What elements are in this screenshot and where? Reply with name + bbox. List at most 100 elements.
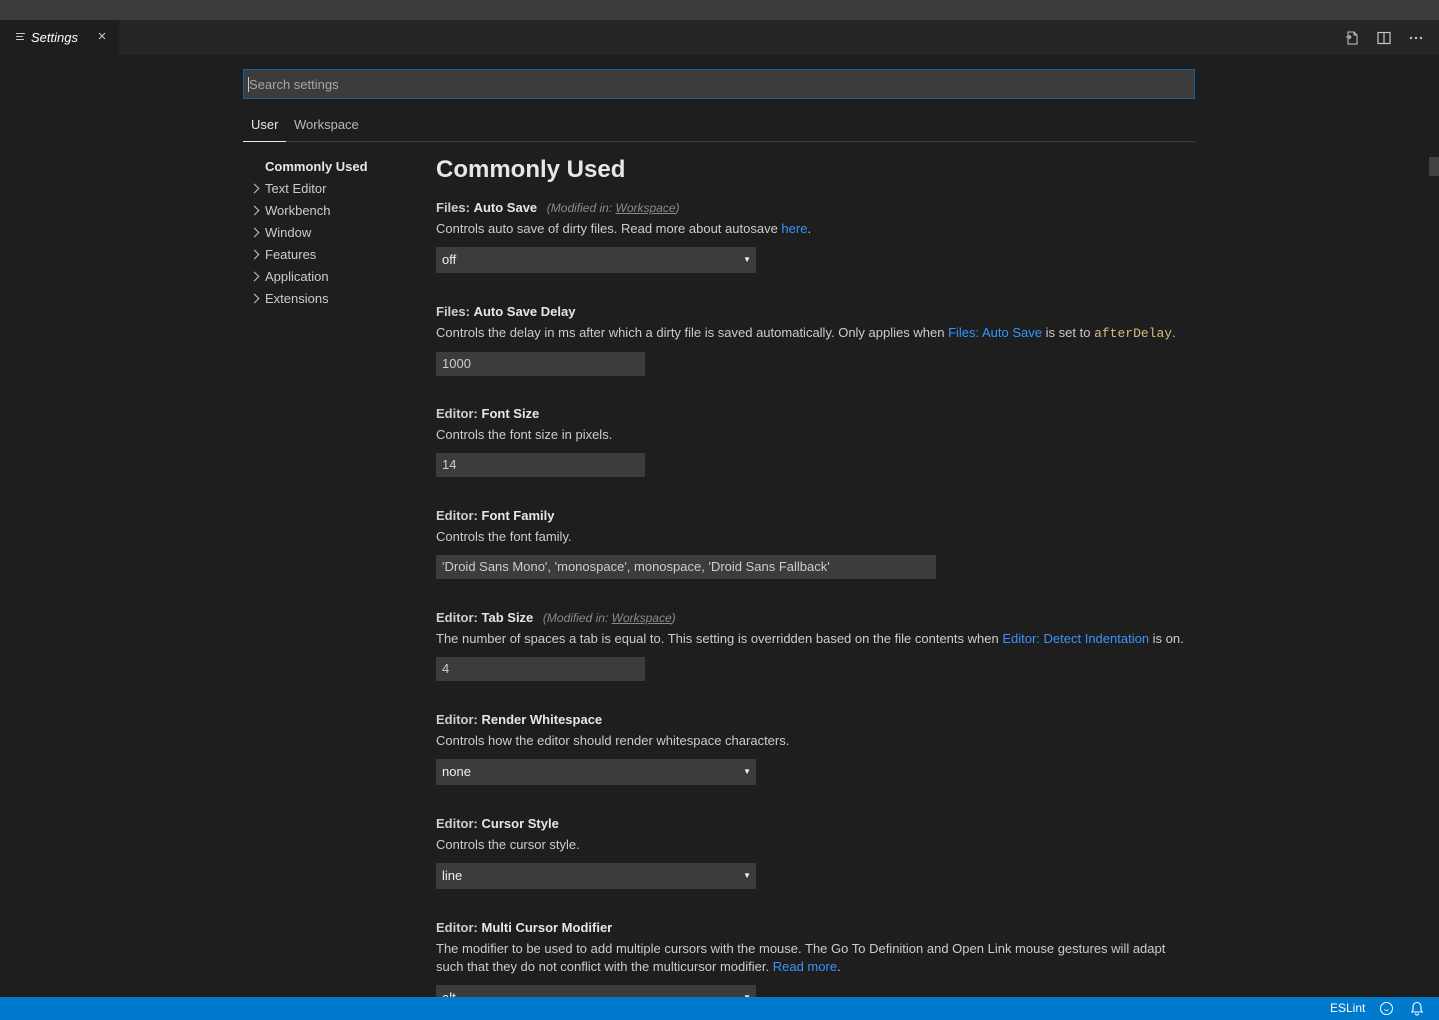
tab-workspace[interactable]: Workspace — [294, 110, 359, 142]
setting-editor-multi-cursor-modifier: Editor: Multi Cursor Modifier The modifi… — [436, 919, 1206, 997]
render-whitespace-select[interactable]: none ▼ — [436, 759, 756, 785]
notification-bell-icon[interactable] — [1410, 1001, 1424, 1016]
setting-category: Editor: — [436, 816, 478, 831]
setting-description: Controls the cursor style. — [436, 837, 580, 852]
chevron-right-icon — [249, 205, 260, 216]
description-end: . — [837, 959, 841, 974]
settings-file-icon — [16, 33, 25, 42]
tab-settings-label: Settings — [31, 30, 78, 45]
close-icon[interactable]: × — [95, 29, 109, 45]
setting-files-auto-save-delay: Files: Auto Save Delay Controls the dela… — [436, 303, 1206, 376]
description-end: . — [807, 221, 812, 236]
font-size-input[interactable]: 14 — [436, 453, 645, 477]
open-settings-json-icon[interactable] — [1343, 29, 1361, 47]
toc-item-features[interactable]: Features — [243, 244, 413, 266]
setting-editor-font-size: Editor: Font Size Controls the font size… — [436, 405, 1206, 477]
setting-files-auto-save: Files: Auto Save (Modified in: Workspace… — [436, 199, 1206, 273]
setting-description: Controls the font size in pixels. — [436, 427, 613, 442]
dropdown-arrow-icon: ▼ — [743, 871, 751, 880]
toc-item-application[interactable]: Application — [243, 266, 413, 288]
setting-description: Controls the delay in ms after which a d… — [436, 324, 1206, 343]
select-value: none — [442, 764, 471, 779]
description-code: afterDelay — [1094, 326, 1173, 341]
auto-save-select[interactable]: off ▼ — [436, 247, 756, 273]
toc-item-label: Application — [265, 269, 329, 284]
setting-category: Editor: — [436, 406, 478, 421]
dropdown-arrow-icon: ▼ — [743, 986, 751, 997]
toc-item-label: Text Editor — [265, 181, 327, 196]
feedback-smiley-icon[interactable] — [1380, 1002, 1393, 1015]
status-bar: ESLint — [0, 997, 1439, 1020]
toc-item-window[interactable]: Window — [243, 222, 413, 244]
setting-title: Files: Auto Save Delay — [436, 303, 1206, 321]
detect-indentation-link[interactable]: Editor: Detect Indentation — [1002, 631, 1149, 646]
setting-editor-tab-size: Editor: Tab Size (Modified in: Workspace… — [436, 609, 1206, 681]
toc-item-extensions[interactable]: Extensions — [243, 288, 413, 310]
scrollbar-thumb[interactable] — [1429, 157, 1439, 176]
setting-name: Render Whitespace — [481, 712, 603, 727]
editor-tab-bar: Settings × — [0, 20, 1439, 55]
select-value: line — [442, 868, 463, 883]
text-cursor — [248, 77, 249, 92]
description-end: . — [1172, 325, 1176, 340]
modified-scope-link[interactable]: Workspace — [612, 611, 672, 625]
setting-title: Editor: Multi Cursor Modifier — [436, 919, 1206, 937]
editor-actions — [1343, 20, 1425, 55]
multi-cursor-modifier-select[interactable]: alt ▼ — [436, 985, 756, 997]
read-more-link[interactable]: Read more — [773, 959, 837, 974]
files-auto-save-link[interactable]: Files: Auto Save — [948, 325, 1042, 340]
setting-name: Cursor Style — [481, 816, 559, 831]
settings-list: Commonly Used Files: Auto Save (Modified… — [436, 150, 1206, 997]
toc-item-label: Window — [265, 225, 312, 240]
description-text: The number of spaces a tab is equal to. … — [436, 631, 999, 646]
chevron-right-icon — [249, 249, 260, 260]
tab-size-input[interactable]: 4 — [436, 657, 645, 681]
settings-scope-tabs: User Workspace — [243, 110, 1195, 142]
description-text: Controls the delay in ms after which a d… — [436, 325, 945, 340]
cursor-style-select[interactable]: line ▼ — [436, 863, 756, 889]
font-family-input[interactable]: 'Droid Sans Mono', 'monospace', monospac… — [436, 555, 936, 579]
setting-title: Editor: Font Size — [436, 405, 1206, 423]
description-text: Controls auto save of dirty files. Read … — [436, 221, 778, 236]
eslint-status[interactable]: ESLint — [1330, 997, 1365, 1020]
setting-editor-font-family: Editor: Font Family Controls the font fa… — [436, 507, 1206, 579]
setting-description: The number of spaces a tab is equal to. … — [436, 630, 1206, 648]
title-bar — [0, 0, 1439, 20]
autosave-docs-link[interactable]: here — [781, 221, 807, 236]
setting-name: Font Family — [481, 508, 555, 523]
select-value: off — [442, 252, 457, 267]
toc-item-label: Features — [265, 247, 317, 262]
modified-indicator: (Modified in: Workspace) — [543, 611, 676, 625]
toc-item-workbench[interactable]: Workbench — [243, 200, 413, 222]
toc-item-commonly-used[interactable]: Commonly Used — [243, 156, 413, 178]
setting-description: Controls the font family. — [436, 529, 572, 544]
chevron-right-icon — [249, 183, 260, 194]
setting-name: Auto Save Delay — [473, 304, 576, 319]
toc-item-label: Commonly Used — [265, 159, 368, 174]
chevron-right-icon — [249, 293, 260, 304]
setting-name: Tab Size — [481, 610, 534, 625]
setting-category: Editor: — [436, 508, 478, 523]
dropdown-arrow-icon: ▼ — [743, 767, 751, 776]
setting-name: Multi Cursor Modifier — [481, 920, 613, 935]
tab-settings[interactable]: Settings × — [0, 20, 119, 55]
setting-category: Files: — [436, 200, 470, 215]
setting-title: Files: Auto Save (Modified in: Workspace… — [436, 199, 1206, 217]
toc-item-label: Extensions — [265, 291, 329, 306]
chevron-right-icon — [249, 227, 260, 238]
modified-prefix: (Modified in: — [546, 201, 613, 215]
toc-item-text-editor[interactable]: Text Editor — [243, 178, 413, 200]
setting-category: Editor: — [436, 712, 478, 727]
modified-suffix: ) — [675, 201, 680, 215]
split-editor-icon[interactable] — [1375, 29, 1393, 47]
search-input[interactable] — [244, 70, 1194, 98]
auto-save-delay-input[interactable]: 1000 — [436, 352, 645, 376]
modified-indicator: (Modified in: Workspace) — [547, 201, 680, 215]
modified-scope-link[interactable]: Workspace — [616, 201, 676, 215]
more-actions-icon[interactable] — [1407, 29, 1425, 47]
tab-user[interactable]: User — [243, 110, 286, 142]
setting-title: Editor: Cursor Style — [436, 815, 1206, 833]
setting-title: Editor: Render Whitespace — [436, 711, 1206, 729]
select-value: alt — [442, 990, 456, 997]
toc-item-label: Workbench — [265, 203, 331, 218]
